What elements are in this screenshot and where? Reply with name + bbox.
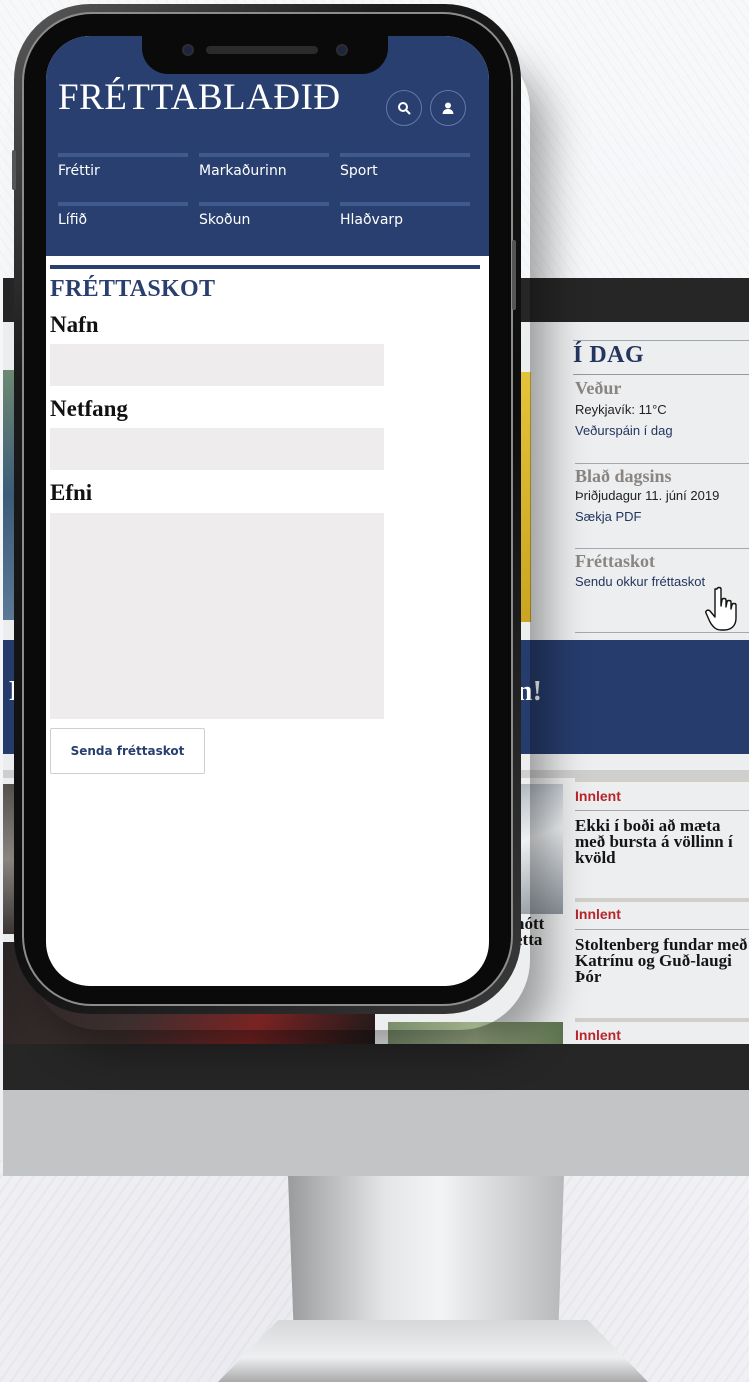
nav-indicator [340,153,470,157]
user-button[interactable] [430,90,466,126]
paper-title: Blað dagsins [575,466,672,486]
nav-indicator [340,202,470,206]
speaker-grille [206,46,318,54]
nav-label: Hlaðvarp [340,212,404,228]
tip-link[interactable]: Sendu okkur fréttaskot [575,574,705,589]
paper-date: Þriðjudagur 11. júní 2019 [575,488,720,503]
pdf-link[interactable]: Sækja PDF [575,509,641,524]
article-headline[interactable]: Stoltenberg fundar með Katrínu og Guð-la… [575,936,749,985]
divider [573,374,749,375]
phone-side-button [512,240,516,310]
divider [575,1018,749,1022]
nav-item-skodun[interactable]: Skoðun [199,202,329,238]
nav-label: Skoðun [199,212,251,228]
article-topic[interactable]: Innlent [575,1027,621,1043]
name-field[interactable] [50,344,384,386]
weather-link[interactable]: Veðurspáin í dag [575,423,673,438]
nav-label: Markaðurinn [199,163,287,179]
subject-textarea[interactable] [50,513,384,719]
phone-side-button [12,150,16,190]
phone-screen: FRÉTTABLAÐIÐ Fréttir Markaðurinn Sport L… [46,36,489,986]
search-button[interactable] [386,90,422,126]
hand-cursor-icon [705,586,737,631]
tip-title: Fréttaskot [575,551,655,571]
divider [575,898,749,902]
divider [575,548,749,549]
monitor-chin [3,1090,749,1176]
monitor-stand [288,1176,564,1326]
nav-item-lifid[interactable]: Lífið [58,202,188,238]
phone-notch [142,36,388,74]
article-topic[interactable]: Innlent [575,906,621,922]
section-divider [50,265,480,269]
article-headline[interactable]: Ekki í boði að mæta með bursta á völlinn… [575,817,749,866]
weather-value: Reykjavík: 11°C [575,402,667,417]
divider [575,929,749,930]
divider [575,463,749,464]
user-icon [442,102,454,114]
search-icon [398,102,411,115]
nav-indicator [199,202,329,206]
divider [573,340,749,341]
monitor-stand-base [218,1320,648,1382]
article-topic[interactable]: Innlent [575,788,621,804]
nav-indicator [58,202,188,206]
submit-button[interactable]: Senda fréttaskot [50,728,205,774]
nav-item-frettir[interactable]: Fréttir [58,153,188,189]
nav-indicator [58,153,188,157]
nav-indicator [199,153,329,157]
nav-item-hladvarp[interactable]: Hlaðvarp [340,202,470,238]
divider [575,810,749,811]
nav-label: Lífið [58,212,88,228]
nav-label: Fréttir [58,163,100,179]
site-logo[interactable]: FRÉTTABLAÐIÐ [58,76,341,119]
form-heading: FRÉTTASKOT [50,276,216,302]
subject-label: Efni [50,480,93,505]
nav-label: Sport [340,163,378,179]
weather-title: Veður [575,378,622,398]
divider [575,632,749,633]
sensor-icon [336,44,348,56]
divider [575,778,749,782]
email-label: Netfang [50,396,128,421]
nav-item-markadurinn[interactable]: Markaðurinn [199,153,329,189]
nav-item-sport[interactable]: Sport [340,153,470,189]
camera-icon [182,44,194,56]
name-label: Nafn [50,312,99,337]
email-field[interactable] [50,428,384,470]
idag-title: Í DAG [573,342,645,368]
